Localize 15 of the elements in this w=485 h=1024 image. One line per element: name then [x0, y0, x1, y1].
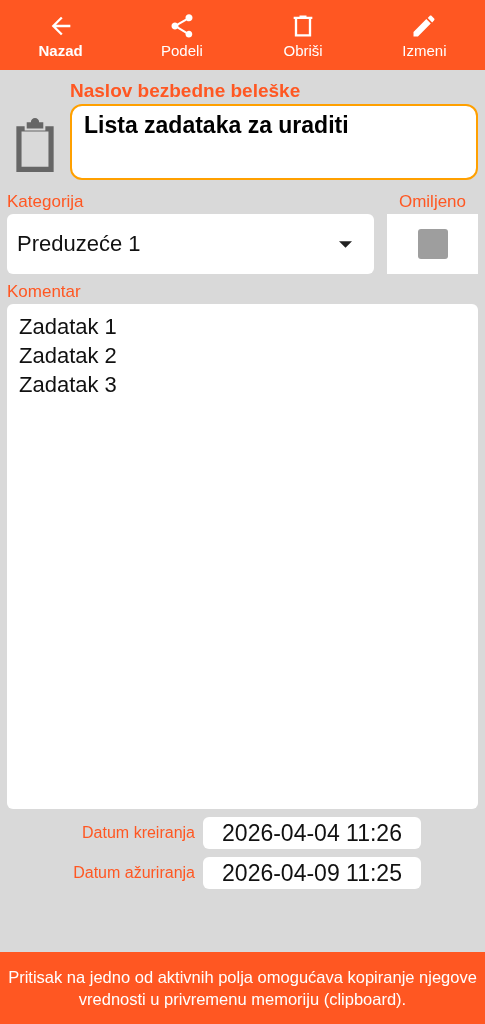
date-value[interactable]: 2026-04-09 11:25: [203, 857, 421, 889]
field-label: Komentar: [6, 281, 82, 303]
caret-icon: [339, 240, 352, 248]
date-value[interactable]: 2026-04-04 11:26: [203, 817, 421, 849]
date-label: Datum kreiranja: [82, 824, 195, 842]
dropdown-value: Preduzeće 1: [17, 231, 141, 257]
field-label: Kategorija: [7, 192, 85, 212]
field-label: Naslov bezbedne beleške: [70, 80, 302, 102]
favorite-checkbox[interactable]: [417, 229, 448, 259]
info-text: Pritisak na jedno od aktivnih polja omogućava kopiranje njegove vrednosti u privremenu memoriju (clipboard).: [8, 967, 477, 1010]
category-dropdown[interactable]: Preduzeće 1: [7, 214, 374, 274]
field-label: Omiljeno: [398, 192, 467, 212]
comment-field[interactable]: Zadatak 1 Zadatak 2 Zadatak 3: [7, 304, 478, 809]
title-field[interactable]: Lista zadataka za uraditi: [70, 104, 478, 180]
date-label: Datum ažuriranja: [73, 864, 195, 882]
